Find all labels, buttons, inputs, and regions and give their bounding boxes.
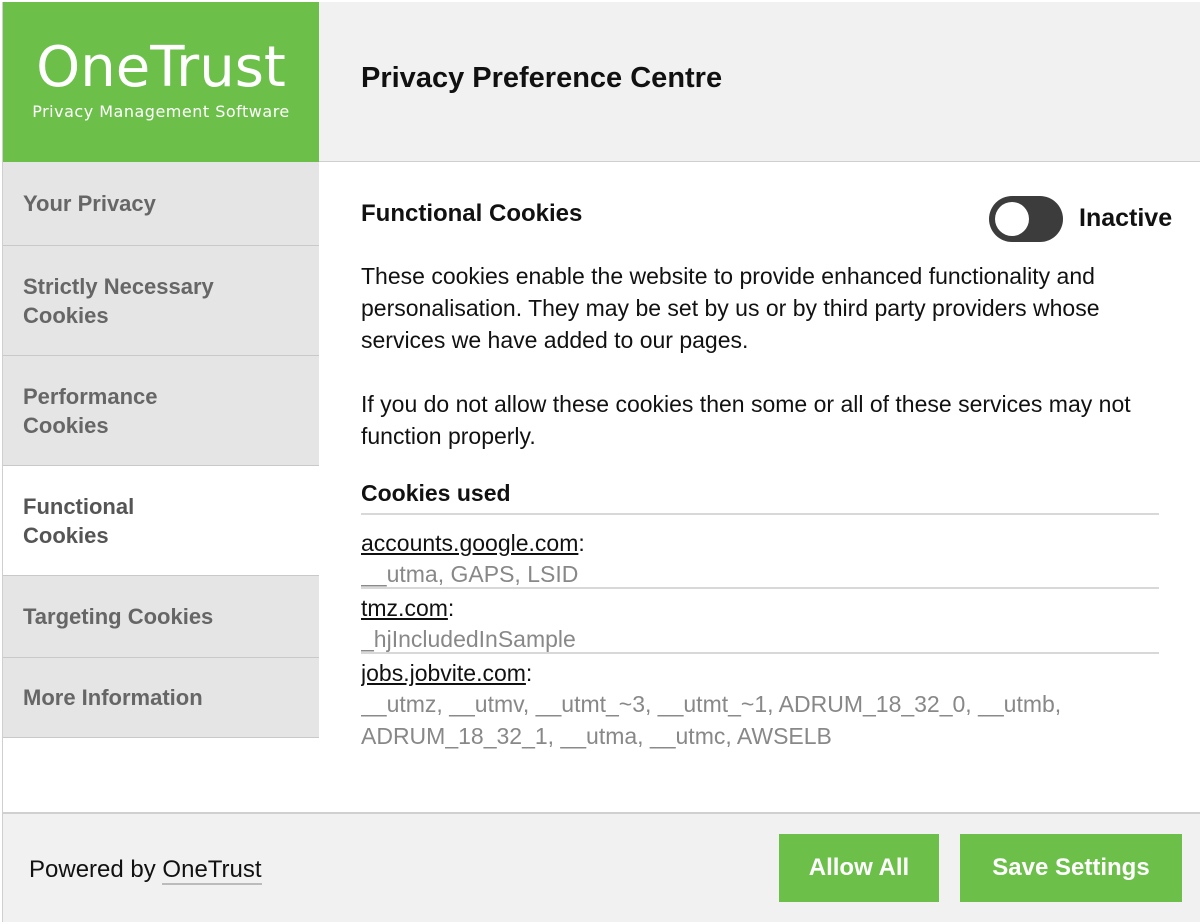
sidebar-item-strictly-necessary[interactable]: Strictly Necessary Cookies [3, 246, 319, 356]
onetrust-logo: OneTrust Privacy Management Software [3, 2, 319, 162]
logo-tagline: Privacy Management Software [32, 102, 290, 121]
sidebar-item-more-information[interactable]: More Information [3, 658, 319, 738]
sidebar-item-label: Strictly Necessary Cookies [23, 273, 214, 328]
logo-wordmark: OneTrust [36, 35, 286, 100]
footer: Powered by OneTrust Allow All Save Setti… [3, 812, 1200, 922]
content-panel: Functional Cookies Inactive These cookie… [319, 162, 1200, 812]
list-item: jobs.jobvite.com: __utmz, __utmv, __utmt… [361, 654, 1159, 758]
cookie-host-link[interactable]: jobs.jobvite.com [361, 660, 526, 686]
powered-by-prefix: Powered by [29, 856, 156, 883]
section-title: Functional Cookies [361, 200, 583, 227]
sidebar-item-functional[interactable]: Functional Cookies [3, 466, 319, 576]
cookie-names: __utma, GAPS, LSID [361, 561, 579, 587]
header: Privacy Preference Centre [319, 2, 1200, 162]
powered-by-brand-link[interactable]: OneTrust [162, 856, 262, 885]
cookie-names: _hjIncludedInSample [361, 626, 576, 652]
allow-all-button[interactable]: Allow All [779, 834, 939, 902]
consent-toggle[interactable] [989, 196, 1063, 242]
list-item: tmz.com: _hjIncludedInSample [361, 589, 1159, 654]
sidebar-item-performance[interactable]: Performance Cookies [3, 356, 319, 466]
save-settings-button[interactable]: Save Settings [960, 834, 1182, 902]
description-paragraph: If you do not allow these cookies then s… [361, 391, 1131, 449]
cookie-names: __utmz, __utmv, __utmt_~3, __utmt_~1, AD… [361, 691, 1062, 749]
cookie-list[interactable]: accounts.google.com: __utma, GAPS, LSID … [361, 524, 1159, 758]
sidebar-item-targeting[interactable]: Targeting Cookies [3, 576, 319, 658]
cookies-used-heading: Cookies used [361, 480, 1159, 515]
section-description: These cookies enable the website to prov… [361, 260, 1161, 484]
sidebar-item-label: Targeting Cookies [23, 604, 214, 629]
sidebar-item-label: Performance Cookies [23, 383, 158, 438]
cookie-host-link[interactable]: accounts.google.com [361, 530, 578, 556]
sidebar-item-label: Functional Cookies [23, 493, 135, 548]
sidebar-item-your-privacy[interactable]: Your Privacy [3, 162, 319, 246]
sidebar-item-label: Your Privacy [23, 191, 156, 216]
toggle-status-label: Inactive [1079, 204, 1173, 232]
sidebar-item-label: More Information [23, 685, 203, 710]
sidebar-nav: Your Privacy Strictly Necessary Cookies … [3, 162, 319, 738]
privacy-preference-modal: OneTrust Privacy Management Software Pri… [2, 2, 1200, 922]
list-item: accounts.google.com: __utma, GAPS, LSID [361, 524, 1159, 589]
powered-by: Powered by OneTrust [29, 856, 262, 885]
toggle-knob [995, 202, 1029, 236]
description-paragraph: These cookies enable the website to prov… [361, 263, 1100, 353]
cookie-host-link[interactable]: tmz.com [361, 595, 448, 621]
page-title: Privacy Preference Centre [361, 62, 723, 94]
